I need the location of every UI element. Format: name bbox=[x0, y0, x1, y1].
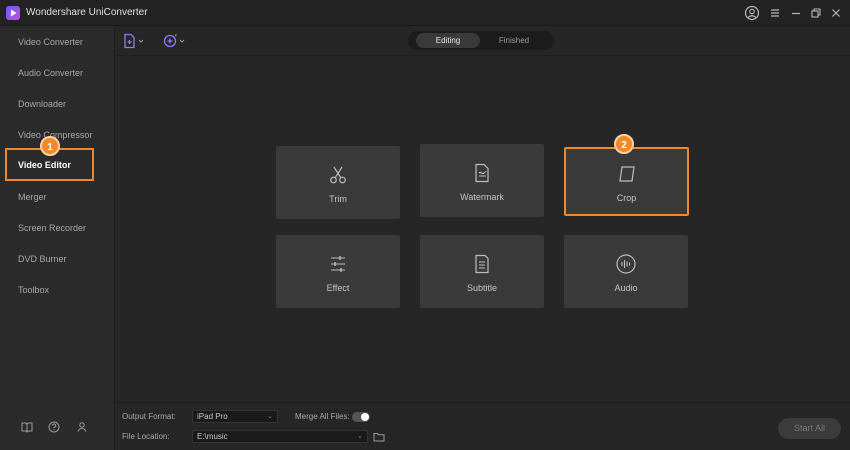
sidebar-item-audio-converter[interactable]: Audio Converter bbox=[18, 68, 83, 78]
subtitle-tile[interactable]: Subtitle bbox=[420, 235, 544, 308]
book-icon[interactable] bbox=[20, 420, 34, 434]
chevron-down-icon: ⌄ bbox=[267, 413, 273, 420]
trim-label: Trim bbox=[329, 194, 347, 204]
watermark-label: Watermark bbox=[460, 192, 504, 202]
audio-label: Audio bbox=[614, 283, 638, 293]
output-format-select[interactable]: iPad Pro ⌄ bbox=[192, 410, 278, 423]
watermark-icon bbox=[471, 162, 493, 184]
add-media-button[interactable] bbox=[162, 33, 188, 49]
sidebar-item-toolbox[interactable]: Toolbox bbox=[18, 285, 49, 295]
sidebar-item-video-converter[interactable]: Video Converter bbox=[18, 37, 83, 47]
audio-tile[interactable]: Audio bbox=[564, 235, 688, 308]
folder-icon[interactable] bbox=[373, 432, 385, 442]
tab-editing[interactable]: Editing bbox=[416, 33, 480, 48]
top-toolbar: Editing Finished bbox=[116, 26, 850, 56]
minimize-icon[interactable] bbox=[788, 5, 804, 21]
sidebar-item-screen-recorder[interactable]: Screen Recorder bbox=[18, 223, 86, 233]
effect-tile[interactable]: Effect bbox=[276, 235, 400, 308]
people-icon[interactable] bbox=[75, 420, 89, 434]
bottom-bar: Output Format: iPad Pro ⌄ Merge All File… bbox=[116, 402, 850, 450]
effect-icon bbox=[327, 253, 349, 275]
crop-tile[interactable]: Crop bbox=[564, 147, 689, 216]
file-location-value: E:\music bbox=[197, 432, 228, 441]
sidebar: Video Converter Audio Converter Download… bbox=[0, 26, 115, 450]
menu-icon[interactable] bbox=[767, 5, 783, 21]
app-title: Wondershare UniConverter bbox=[26, 7, 148, 18]
account-icon[interactable] bbox=[744, 5, 760, 21]
effect-label: Effect bbox=[326, 283, 350, 293]
audio-icon bbox=[615, 253, 637, 275]
output-format-label: Output Format: bbox=[122, 412, 176, 421]
watermark-tile[interactable]: Watermark bbox=[420, 144, 544, 217]
sidebar-item-merger[interactable]: Merger bbox=[18, 192, 47, 202]
add-file-button[interactable] bbox=[122, 33, 148, 49]
close-icon[interactable] bbox=[828, 5, 844, 21]
trim-tile[interactable]: Trim bbox=[276, 146, 400, 219]
editing-finished-switch: Editing Finished bbox=[408, 31, 554, 50]
step-badge-2: 2 bbox=[614, 134, 634, 154]
restore-icon[interactable] bbox=[808, 5, 824, 21]
tab-finished[interactable]: Finished bbox=[482, 33, 546, 48]
merge-all-files-label: Merge All Files: bbox=[295, 412, 350, 421]
app-logo-icon bbox=[6, 6, 20, 20]
help-icon[interactable] bbox=[47, 420, 61, 434]
crop-label: Crop bbox=[616, 193, 637, 203]
subtitle-icon bbox=[471, 253, 493, 275]
title-bar: Wondershare UniConverter bbox=[0, 0, 850, 26]
scissors-icon bbox=[327, 164, 349, 186]
file-location-label: File Location: bbox=[122, 432, 170, 441]
sidebar-item-video-editor[interactable]: Video Editor bbox=[18, 160, 71, 170]
subtitle-label: Subtitle bbox=[466, 283, 498, 293]
step-badge-1: 1 bbox=[40, 136, 60, 156]
toggle-knob bbox=[361, 413, 369, 421]
crop-icon bbox=[616, 163, 638, 185]
start-all-button[interactable]: Start All bbox=[778, 418, 841, 439]
merge-all-files-toggle[interactable] bbox=[352, 412, 370, 422]
file-location-select[interactable]: E:\music ⌄ bbox=[192, 430, 368, 443]
chevron-down-icon: ⌄ bbox=[357, 433, 363, 440]
sidebar-item-downloader[interactable]: Downloader bbox=[18, 99, 66, 109]
output-format-value: iPad Pro bbox=[197, 412, 228, 421]
sidebar-item-dvd-burner[interactable]: DVD Burner bbox=[18, 254, 67, 264]
